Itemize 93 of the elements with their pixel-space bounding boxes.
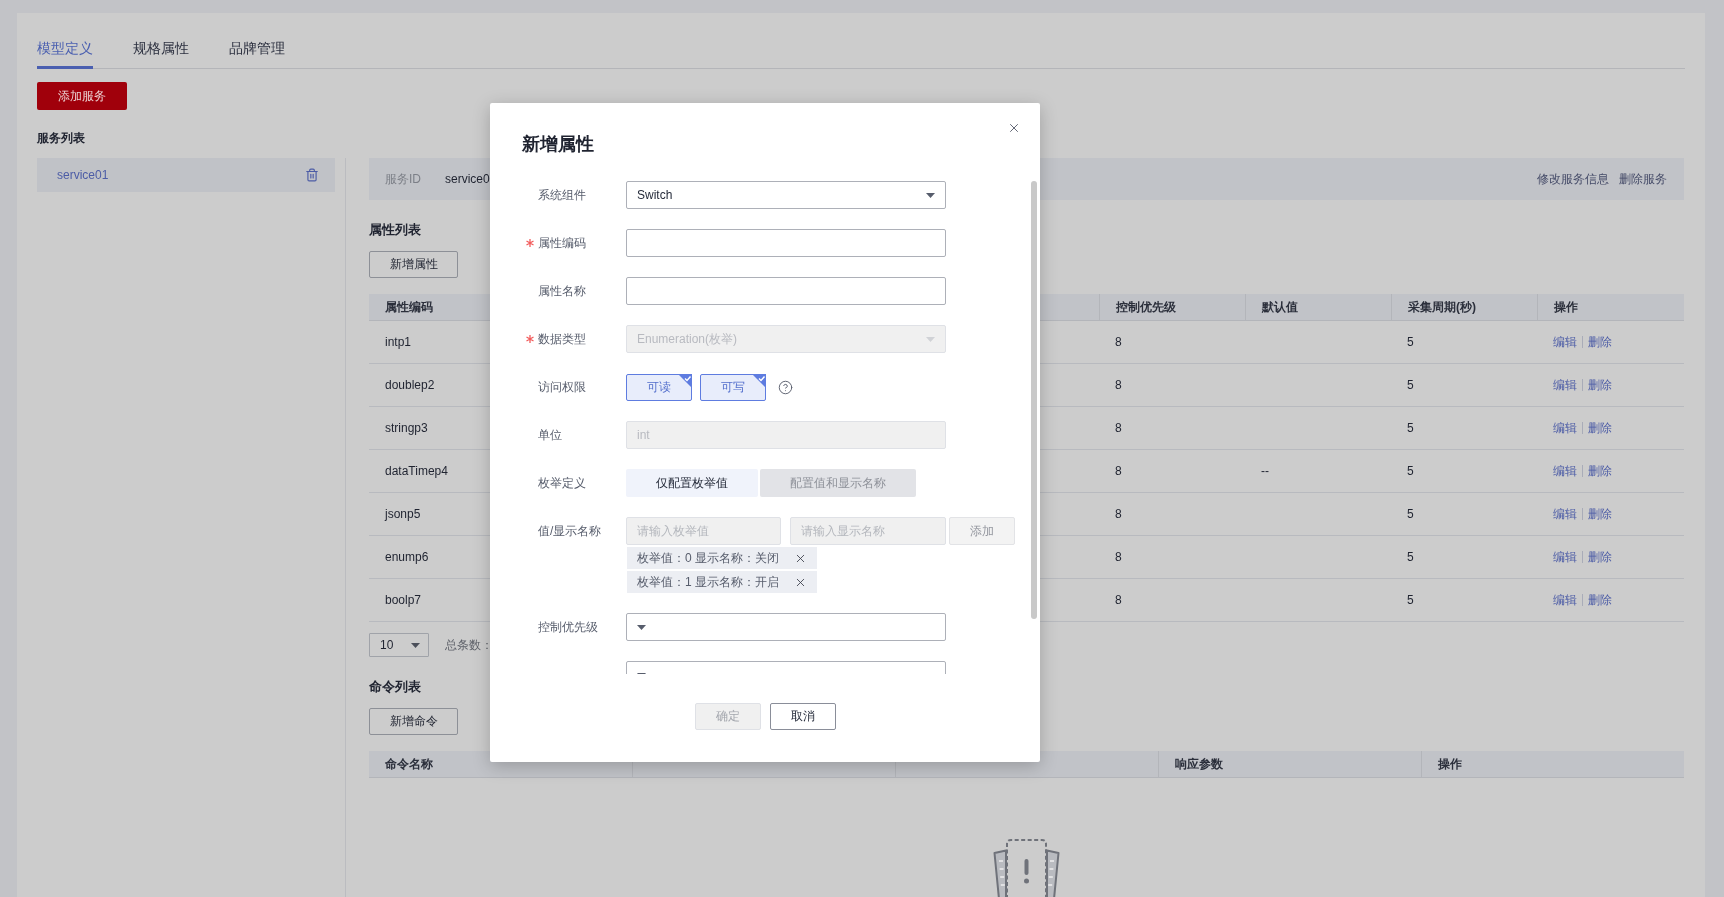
action-link[interactable]: 删除 bbox=[1588, 548, 1612, 566]
add-command-button[interactable]: 新增命令 bbox=[369, 708, 458, 735]
segment-tab[interactable]: 配置值和显示名称 bbox=[760, 469, 916, 497]
action-link[interactable]: 删除 bbox=[1588, 419, 1612, 437]
help-icon[interactable] bbox=[778, 379, 793, 395]
select-field[interactable]: Switch bbox=[626, 181, 946, 209]
checkmark-icon bbox=[752, 373, 766, 388]
table-cell: 5 bbox=[1407, 335, 1414, 349]
table-cell: enump6 bbox=[385, 550, 429, 564]
caret-icon bbox=[926, 336, 935, 342]
caret-icon bbox=[411, 642, 420, 648]
caret-icon bbox=[637, 624, 646, 630]
table-cell: doublep2 bbox=[385, 378, 435, 392]
table-cell: 8 bbox=[1115, 335, 1122, 349]
table-cell: 5 bbox=[1407, 421, 1414, 435]
total-count-label: 总条数： bbox=[445, 636, 493, 654]
segment-tab[interactable]: 仅配置枚举值 bbox=[626, 469, 758, 497]
table-cell: 8 bbox=[1115, 550, 1122, 564]
field-label: 系统组件 bbox=[538, 187, 586, 203]
table-cell: boolp7 bbox=[385, 593, 422, 607]
close-button[interactable] bbox=[1007, 121, 1021, 135]
add-property-button[interactable]: 新增属性 bbox=[369, 251, 458, 278]
item-text: service01 bbox=[57, 168, 109, 182]
column-header: 响应参数 bbox=[1158, 751, 1421, 777]
action-link[interactable]: 删除 bbox=[1588, 462, 1612, 480]
column-header: 控制优先级 bbox=[1099, 294, 1245, 320]
section-title: 属性列表 bbox=[369, 222, 421, 238]
table-cell: 5 bbox=[1407, 550, 1414, 564]
checkmark-icon bbox=[678, 373, 692, 388]
field-value: service0 bbox=[445, 172, 490, 186]
action-link[interactable]: 修改服务信息 bbox=[1537, 170, 1609, 188]
section-title: 服务列表 bbox=[37, 130, 85, 146]
table-cell: 8 bbox=[1115, 593, 1122, 607]
table-cell: 5 bbox=[1407, 464, 1414, 478]
table-cell: -- bbox=[1261, 464, 1269, 478]
field-label: 访问权限 bbox=[538, 379, 586, 395]
table-cell: 8 bbox=[1115, 507, 1122, 521]
field-label: 属性编码 bbox=[538, 235, 586, 251]
action-link[interactable]: 删除 bbox=[1588, 333, 1612, 351]
action-link[interactable]: 编辑 bbox=[1553, 419, 1577, 437]
field-label: 单位 bbox=[538, 427, 562, 443]
action-link[interactable]: 删除 bbox=[1588, 591, 1612, 609]
page-size-select[interactable]: 10 bbox=[369, 633, 429, 657]
table-cell: 5 bbox=[1407, 507, 1414, 521]
service-list-item[interactable]: service01 bbox=[37, 158, 335, 192]
scrollbar[interactable] bbox=[1031, 181, 1037, 619]
input-field[interactable] bbox=[626, 277, 946, 305]
action-link[interactable]: 编辑 bbox=[1553, 333, 1577, 351]
action-link[interactable]: 编辑 bbox=[1553, 548, 1577, 566]
table-cell: 8 bbox=[1115, 378, 1122, 392]
field-label: 数据类型 bbox=[538, 331, 586, 347]
empty-state-icon bbox=[993, 839, 1060, 897]
check-option[interactable]: 可写 bbox=[700, 373, 766, 401]
table-cell: intp1 bbox=[385, 335, 412, 349]
field-label: 枚举定义 bbox=[538, 475, 586, 491]
dialog-title: 新增属性 bbox=[522, 133, 594, 156]
table-cell: 5 bbox=[1407, 378, 1414, 392]
column-header: 属性编码 bbox=[384, 298, 434, 316]
column-header: 默认值 bbox=[1245, 294, 1391, 320]
caret-icon bbox=[926, 192, 935, 198]
table-cell: 8 bbox=[1115, 421, 1122, 435]
select-field[interactable] bbox=[626, 613, 946, 641]
tag-text: 枚举值：0 显示名称：关闭 bbox=[637, 549, 779, 567]
table-cell: 5 bbox=[1407, 593, 1414, 607]
action-link[interactable]: 删除服务 bbox=[1619, 170, 1667, 188]
section-title: 命令列表 bbox=[369, 679, 421, 695]
dialog-button[interactable]: 取消 bbox=[769, 703, 836, 730]
input-field[interactable] bbox=[626, 229, 946, 257]
tab[interactable]: 品牌管理 bbox=[229, 38, 285, 69]
action-link[interactable]: 编辑 bbox=[1553, 505, 1577, 523]
trash-icon[interactable] bbox=[305, 168, 319, 182]
tag-text: 枚举值：1 显示名称：开启 bbox=[637, 573, 779, 591]
table-cell: dataTimep4 bbox=[385, 464, 448, 478]
table-cell: stringp3 bbox=[385, 421, 428, 435]
column-header: 操作 bbox=[1421, 751, 1684, 777]
column-header: 采集周期(秒) bbox=[1391, 294, 1537, 320]
action-link[interactable]: 编辑 bbox=[1553, 591, 1577, 609]
column-header: 操作 bbox=[1537, 294, 1684, 320]
add-service-button[interactable]: 添加服务 bbox=[37, 82, 127, 110]
action-link[interactable]: 编辑 bbox=[1553, 462, 1577, 480]
tab[interactable]: 模型定义 bbox=[37, 38, 93, 69]
field-label: 值/显示名称 bbox=[538, 523, 602, 539]
field-label: 控制优先级 bbox=[538, 619, 598, 635]
table-cell: 8 bbox=[1115, 464, 1122, 478]
action-link[interactable]: 删除 bbox=[1588, 376, 1612, 394]
column-header: 命令名称 bbox=[384, 755, 434, 773]
action-link[interactable]: 删除 bbox=[1588, 505, 1612, 523]
action-link[interactable]: 编辑 bbox=[1553, 376, 1577, 394]
field-label: 服务ID bbox=[385, 170, 422, 188]
check-option[interactable]: 可读 bbox=[626, 373, 692, 401]
field-label: 属性名称 bbox=[538, 283, 586, 299]
table-cell: jsonp5 bbox=[385, 507, 421, 521]
tab[interactable]: 规格属性 bbox=[133, 38, 189, 69]
